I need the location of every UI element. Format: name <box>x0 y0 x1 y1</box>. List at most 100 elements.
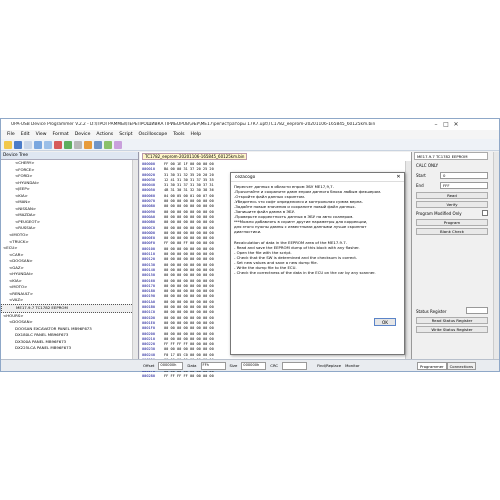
start-input[interactable]: 0 <box>440 172 488 179</box>
ok-button[interactable]: OK <box>374 318 396 326</box>
blank-check-button[interactable]: Blank Check <box>416 228 488 235</box>
write-icon[interactable] <box>104 140 112 149</box>
read-icon[interactable] <box>94 140 102 149</box>
hex-bytes[interactable]: 00 00 00 00 00 00 00 00 <box>164 305 214 309</box>
hex-bytes[interactable]: 00 00 00 00 00 00 00 00 <box>164 252 214 256</box>
verify-icon[interactable] <box>114 140 122 149</box>
hex-bytes[interactable]: 00 00 00 00 00 00 00 00 <box>164 321 214 325</box>
hex-scrollbar[interactable] <box>405 161 411 359</box>
hex-bytes[interactable]: 00 00 00 00 00 00 00 00 <box>164 284 214 288</box>
hex-bytes[interactable]: 00 00 00 00 00 00 00 00 <box>164 289 214 293</box>
hex-bytes[interactable]: 00 00 00 00 00 00 00 00 <box>164 279 214 283</box>
dialog-line: - Check the correctness of the data in t… <box>234 269 376 275</box>
data-label: Data <box>187 363 197 368</box>
menu-script[interactable]: Script <box>119 132 132 137</box>
hex-bytes[interactable]: 00 00 00 00 00 00 00 00 <box>164 347 214 351</box>
program-button[interactable]: Program <box>416 219 488 226</box>
open-folder-icon[interactable] <box>4 140 12 149</box>
hex-bytes[interactable]: 4B 31 30 31 32 30 38 36 <box>164 188 214 192</box>
menu-oscilloscope[interactable]: Oscilloscope <box>139 132 168 137</box>
programmer-scrollbar[interactable] <box>493 152 499 359</box>
hex-bytes[interactable]: F0 17 85 C0 00 00 00 00 <box>164 353 214 357</box>
hex-bytes[interactable]: 00 00 00 00 00 00 00 00 <box>164 337 214 341</box>
hex-address: 000280 <box>142 373 155 378</box>
hex-bytes[interactable]: 00 00 00 00 00 00 00 00 <box>164 268 214 272</box>
end-input[interactable]: FFF <box>440 182 488 189</box>
read-status-register-button[interactable]: Read Status Register <box>416 317 488 324</box>
menu-file[interactable]: File <box>7 132 15 137</box>
menu-actions[interactable]: Actions <box>96 132 113 137</box>
crc-field[interactable] <box>282 361 308 370</box>
run-icon[interactable] <box>64 140 72 149</box>
programmer-panel: ME17.9.7 TC1782 EEPROM CALC ONLY Start 0… <box>414 152 492 371</box>
close-window-icon[interactable]: ✕ <box>451 121 461 129</box>
dialog-close-icon[interactable]: ✕ <box>395 174 402 181</box>
hex-bytes[interactable]: 12 41 31 30 31 37 35 35 <box>164 178 214 182</box>
tab-programmer[interactable]: Programmer <box>417 362 447 370</box>
offset-field[interactable]: 000000h <box>158 361 184 370</box>
hex-bytes[interactable]: 00 00 00 00 00 00 00 00 <box>164 231 214 235</box>
chip-icon[interactable] <box>84 140 92 149</box>
hex-bytes[interactable]: 31 30 31 37 31 30 37 31 <box>164 183 214 187</box>
hex-bytes[interactable]: 00 00 00 00 00 00 00 00 <box>164 199 214 203</box>
hex-bytes[interactable]: 00 00 00 00 00 00 00 00 <box>164 220 214 224</box>
hex-bytes[interactable]: 00 00 00 00 00 00 00 00 <box>164 316 214 320</box>
hex-bytes[interactable]: 00 00 00 00 00 00 00 00 <box>164 236 214 240</box>
menu-help[interactable]: Help <box>191 132 201 137</box>
hex-bytes[interactable]: 00 00 00 00 00 00 00 00 <box>164 326 214 330</box>
save-icon[interactable] <box>14 140 22 149</box>
hex-bytes[interactable]: 00 00 00 00 00 00 00 00 <box>164 247 214 251</box>
hex-bytes[interactable]: 00 00 00 00 00 00 00 00 <box>164 215 214 219</box>
hex-bytes[interactable]: BA 00 00 31 37 20 25 20 <box>164 167 214 171</box>
hex-bytes[interactable]: 00 00 00 00 00 00 00 00 <box>164 210 214 214</box>
hex-bytes[interactable]: FF FF FF FF 00 00 00 00 <box>164 342 214 346</box>
copy-icon[interactable] <box>34 140 42 149</box>
read-button[interactable]: Read <box>416 192 488 199</box>
maximize-icon[interactable]: □ <box>441 121 451 129</box>
hex-bytes[interactable]: FF 00 1E 1F 00 00 00 00 <box>164 162 214 166</box>
hex-bytes[interactable]: 04 00 05 00 01 00 07 00 <box>164 194 214 198</box>
hex-row[interactable]: 000280 FF FF FF FF 00 00 00 00 <box>142 374 402 379</box>
hex-bytes[interactable]: 00 00 00 00 00 00 00 00 <box>164 300 214 304</box>
minimize-icon[interactable]: – <box>431 121 441 129</box>
tree-scrollbar[interactable] <box>132 160 138 360</box>
end-label: End <box>416 183 424 188</box>
data-field[interactable]: FFh <box>200 361 226 370</box>
device-tree: <CHERY> <FORCE> <FORD> <HYUNDAI> <JEEP> <KIA>… <box>1 160 138 352</box>
menu-view[interactable]: View <box>36 132 47 137</box>
menu-format[interactable]: Format <box>53 132 69 137</box>
write-status-register-button[interactable]: Write Status Register <box>416 326 488 333</box>
hex-bytes[interactable]: 00 00 00 00 00 00 00 00 <box>164 294 214 298</box>
paste-icon[interactable] <box>44 140 52 149</box>
hex-bytes[interactable]: 31 30 31 32 35 20 20 20 <box>164 173 214 177</box>
hex-bytes[interactable]: 00 00 00 00 00 00 00 00 <box>164 257 214 261</box>
status-register-field[interactable] <box>466 307 488 314</box>
settings-icon[interactable] <box>74 140 82 149</box>
tree-item[interactable]: ME17.9.7 TC1782 EEPROM <box>1 304 138 313</box>
hex-bytes[interactable]: FF 00 00 FF 00 00 00 00 <box>164 241 214 245</box>
hex-bytes[interactable]: 00 00 00 00 00 00 00 00 <box>164 310 214 314</box>
offset-label: Offset <box>143 363 155 368</box>
size-field[interactable]: 000000h <box>241 361 267 370</box>
hex-bytes[interactable]: 00 00 00 00 00 00 00 00 <box>164 226 214 230</box>
find-replace-button[interactable]: Find/Replace <box>317 363 341 368</box>
menu-device[interactable]: Device <box>75 132 91 137</box>
program-modified-only-checkbox[interactable] <box>482 210 488 216</box>
toolbar <box>1 139 499 151</box>
stop-icon[interactable] <box>54 140 62 149</box>
monitor-button[interactable]: Monitor <box>345 363 359 368</box>
new-file-icon[interactable] <box>24 140 32 149</box>
tree-item[interactable]: DX225LCA PANEL MB96F673 <box>1 345 138 352</box>
panel-tabs: Programmer Connections <box>417 362 497 370</box>
program-modified-only-label: Program Modified Only <box>416 211 462 216</box>
verify-button[interactable]: Verify <box>416 201 488 208</box>
hex-bytes[interactable]: 00 00 00 00 00 00 00 00 <box>164 273 214 277</box>
tab-connections[interactable]: Connections <box>446 362 477 370</box>
hex-bytes[interactable]: 00 00 00 00 00 00 00 00 <box>164 263 214 267</box>
menu-edit[interactable]: Edit <box>21 132 30 137</box>
file-tab[interactable]: TC1782_eeprom-20201106-165845_60125km.bi… <box>142 153 248 160</box>
hex-bytes[interactable]: 00 00 00 00 00 00 00 00 <box>164 332 214 336</box>
hex-bytes[interactable]: 00 00 00 00 00 00 00 00 <box>164 204 214 208</box>
hex-bytes[interactable]: FF FF FF FF 00 00 00 00 <box>164 374 214 378</box>
menu-tools[interactable]: Tools <box>173 132 184 137</box>
